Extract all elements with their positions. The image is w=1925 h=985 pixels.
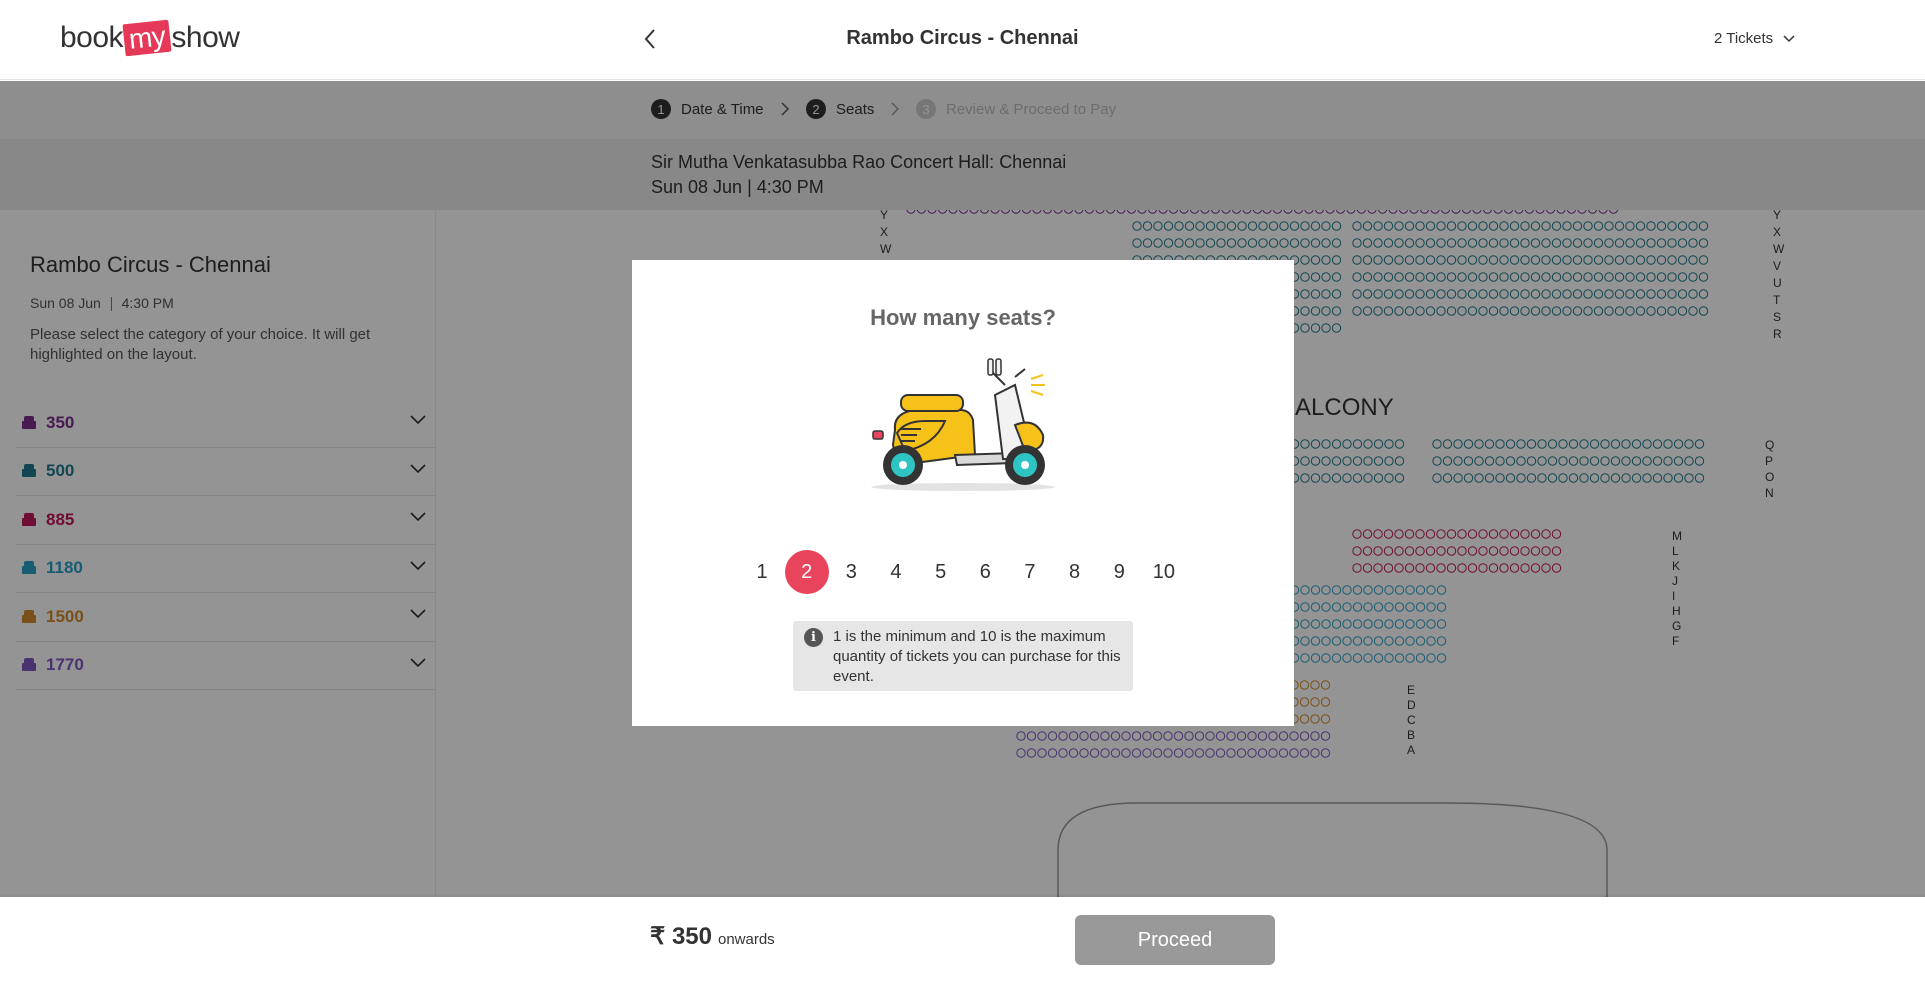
header: book my show Rambo Circus - Chennai 2 Tick… [0,0,1925,80]
quantity-info-box: i 1 is the minimum and 10 is the maximum… [793,621,1133,691]
back-button[interactable] [638,24,662,54]
quantity-option-6[interactable]: 6 [963,550,1007,594]
quantity-option-8[interactable]: 8 [1053,550,1097,594]
chevron-down-icon [1783,34,1795,42]
quantity-option-9[interactable]: 9 [1097,550,1141,594]
bookmyshow-logo[interactable]: book my show [60,18,240,58]
starting-price-amount: ₹ 350 [650,923,712,950]
footer-bar: ₹ 350 onwards Proceed [0,897,1925,985]
seat-count-modal: How many seats? 1 2 3 4 5 6 7 8 9 10 i 1 is the m… [632,260,1294,726]
quantity-option-2[interactable]: 2 [784,550,829,594]
quantity-option-10[interactable]: 10 [1142,550,1186,594]
quantity-option-5[interactable]: 5 [919,550,963,594]
quantity-option-1[interactable]: 1 [740,550,784,594]
quantity-option-4[interactable]: 4 [874,550,918,594]
starting-price: ₹ 350 onwards [650,922,775,951]
page-title: Rambo Circus - Chennai [846,27,1079,49]
scooter-illustration [871,358,1055,491]
quantity-info-text: 1 is the minimum and 10 is the maximum q… [833,628,1121,685]
starting-price-suffix: onwards [717,931,775,948]
tickets-dropdown[interactable]: 2 Tickets [1714,30,1795,47]
quantity-option-3[interactable]: 3 [829,550,873,594]
chevron-left-icon [644,29,655,49]
quantity-selector: 1 2 3 4 5 6 7 8 9 10 [740,550,1186,594]
info-icon: i [804,628,823,647]
proceed-button[interactable]: Proceed [1075,915,1275,965]
tickets-count-label: 2 Tickets [1714,30,1774,47]
modal-title: How many seats? [870,305,1056,330]
quantity-option-7[interactable]: 7 [1008,550,1052,594]
